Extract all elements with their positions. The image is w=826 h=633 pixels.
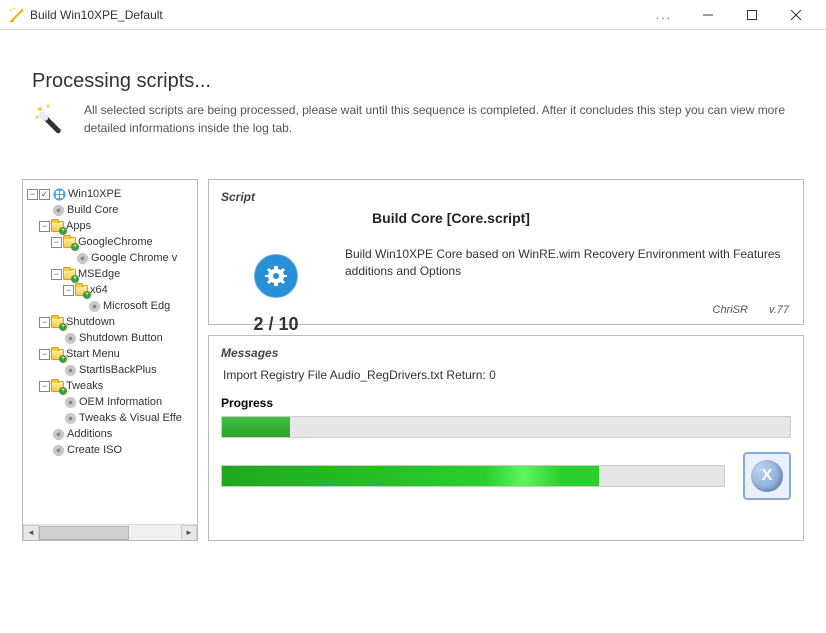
tree-label: OEM Information bbox=[79, 394, 162, 410]
tree-toggle[interactable]: − bbox=[51, 269, 62, 280]
tree-label: Shutdown Button bbox=[79, 330, 163, 346]
folder-icon: + bbox=[75, 285, 88, 296]
gear-icon bbox=[252, 252, 300, 300]
tree-label: StartIsBackPlus bbox=[79, 362, 157, 378]
tree-toggle[interactable]: − bbox=[51, 237, 62, 248]
tree-item[interactable]: OEM Information bbox=[27, 394, 193, 410]
script-name: Build Core [Core.script] bbox=[111, 210, 791, 226]
cancel-icon: X bbox=[751, 460, 783, 492]
script-panel: Script Build Core [Core.script] bbox=[208, 179, 804, 325]
log-line: Import Registry File Audio_RegDrivers.tx… bbox=[223, 368, 789, 382]
minimize-button[interactable] bbox=[686, 0, 730, 30]
header: Processing scripts... All selected scrip… bbox=[0, 30, 826, 161]
tree-item[interactable]: −+Start Menu bbox=[27, 346, 193, 362]
gear-icon bbox=[51, 427, 65, 441]
win-logo-icon bbox=[52, 187, 66, 201]
folder-icon: + bbox=[51, 349, 64, 360]
tree-item[interactable]: Microsoft Edg bbox=[27, 298, 193, 314]
dots-button[interactable]: ... bbox=[642, 8, 686, 22]
page-title: Processing scripts... bbox=[32, 70, 794, 93]
tree-item[interactable]: Create ISO bbox=[27, 442, 193, 458]
tree-item[interactable]: −+GoogleChrome bbox=[27, 234, 193, 250]
script-meta: ChriSR v.77 bbox=[695, 304, 790, 316]
tree-label: Win10XPE bbox=[68, 186, 121, 202]
tree-checkbox[interactable] bbox=[39, 189, 50, 200]
tree-label: Create ISO bbox=[67, 442, 122, 458]
tree-toggle[interactable]: − bbox=[39, 317, 50, 328]
tree-label: GoogleChrome bbox=[78, 234, 153, 250]
cancel-button[interactable]: X bbox=[743, 452, 791, 500]
tree-label: Apps bbox=[66, 218, 91, 234]
wand-icon bbox=[32, 101, 72, 141]
tree-item[interactable]: Additions bbox=[27, 426, 193, 442]
progress-fill-1 bbox=[222, 417, 290, 437]
tree-item[interactable]: −+Tweaks bbox=[27, 378, 193, 394]
gear-icon bbox=[51, 443, 65, 457]
folder-icon: + bbox=[51, 221, 64, 232]
tree-item[interactable]: Shutdown Button bbox=[27, 330, 193, 346]
gear-icon bbox=[51, 203, 65, 217]
window-title: Build Win10XPE_Default bbox=[30, 8, 163, 22]
progress-label: Progress bbox=[221, 396, 791, 410]
tree-label: Start Menu bbox=[66, 346, 120, 362]
tree-label: Tweaks bbox=[66, 378, 103, 394]
gear-icon bbox=[63, 331, 77, 345]
close-button[interactable] bbox=[774, 0, 818, 30]
folder-icon: + bbox=[51, 381, 64, 392]
gear-icon bbox=[75, 251, 89, 265]
tree-label: x64 bbox=[90, 282, 108, 298]
tree-toggle[interactable]: − bbox=[39, 221, 50, 232]
gear-icon bbox=[87, 299, 101, 313]
folder-icon: + bbox=[63, 237, 76, 248]
tree-label: Microsoft Edg bbox=[103, 298, 170, 314]
tree-item[interactable]: Google Chrome v bbox=[27, 250, 193, 266]
script-version: v.77 bbox=[769, 304, 789, 316]
titlebar: Build Win10XPE_Default ... bbox=[0, 0, 826, 30]
gear-icon bbox=[63, 395, 77, 409]
gear-icon bbox=[63, 363, 77, 377]
scroll-track[interactable] bbox=[39, 525, 181, 541]
messages-panel-title: Messages bbox=[221, 346, 791, 360]
scroll-thumb[interactable] bbox=[39, 526, 129, 540]
scroll-left-button[interactable]: ◄ bbox=[23, 525, 39, 541]
tree-item[interactable]: −+x64 bbox=[27, 282, 193, 298]
maximize-button[interactable] bbox=[730, 0, 774, 30]
tree-item[interactable]: StartIsBackPlus bbox=[27, 362, 193, 378]
tree-scrollbar[interactable]: ◄ ► bbox=[23, 524, 197, 540]
script-panel-title: Script bbox=[221, 190, 791, 204]
folder-icon: + bbox=[51, 317, 64, 328]
scroll-right-button[interactable]: ► bbox=[181, 525, 197, 541]
tree-toggle[interactable]: − bbox=[39, 381, 50, 392]
tree-label: Tweaks & Visual Effe bbox=[79, 410, 182, 426]
progress-fill-2 bbox=[222, 466, 599, 486]
tree-item[interactable]: −+Shutdown bbox=[27, 314, 193, 330]
tree-toggle[interactable]: − bbox=[63, 285, 74, 296]
app-icon bbox=[8, 7, 24, 23]
messages-panel: Messages Import Registry File Audio_RegD… bbox=[208, 335, 804, 541]
tree-label: Additions bbox=[67, 426, 112, 442]
tree-panel: −Win10XPEBuild Core−+Apps−+GoogleChromeG… bbox=[22, 179, 198, 541]
gear-icon bbox=[63, 411, 77, 425]
tree-item[interactable]: −+MSEdge bbox=[27, 266, 193, 282]
folder-icon: + bbox=[63, 269, 76, 280]
progress-bar-1 bbox=[221, 416, 791, 438]
progress-bar-2 bbox=[221, 465, 725, 487]
tree-label: Shutdown bbox=[66, 314, 115, 330]
script-description: Build Win10XPE Core based on WinRE.wim R… bbox=[345, 246, 791, 280]
tree-toggle[interactable]: − bbox=[27, 189, 38, 200]
tree-item[interactable]: Tweaks & Visual Effe bbox=[27, 410, 193, 426]
script-author: ChriSR bbox=[713, 304, 748, 316]
tree-toggle[interactable]: − bbox=[39, 349, 50, 360]
tree-item[interactable]: − Win10XPE bbox=[27, 186, 193, 202]
tree-label: Google Chrome v bbox=[91, 250, 177, 266]
script-counter: 2 / 10 bbox=[253, 314, 298, 335]
tree-label: MSEdge bbox=[78, 266, 120, 282]
header-description: All selected scripts are being processed… bbox=[84, 101, 794, 137]
